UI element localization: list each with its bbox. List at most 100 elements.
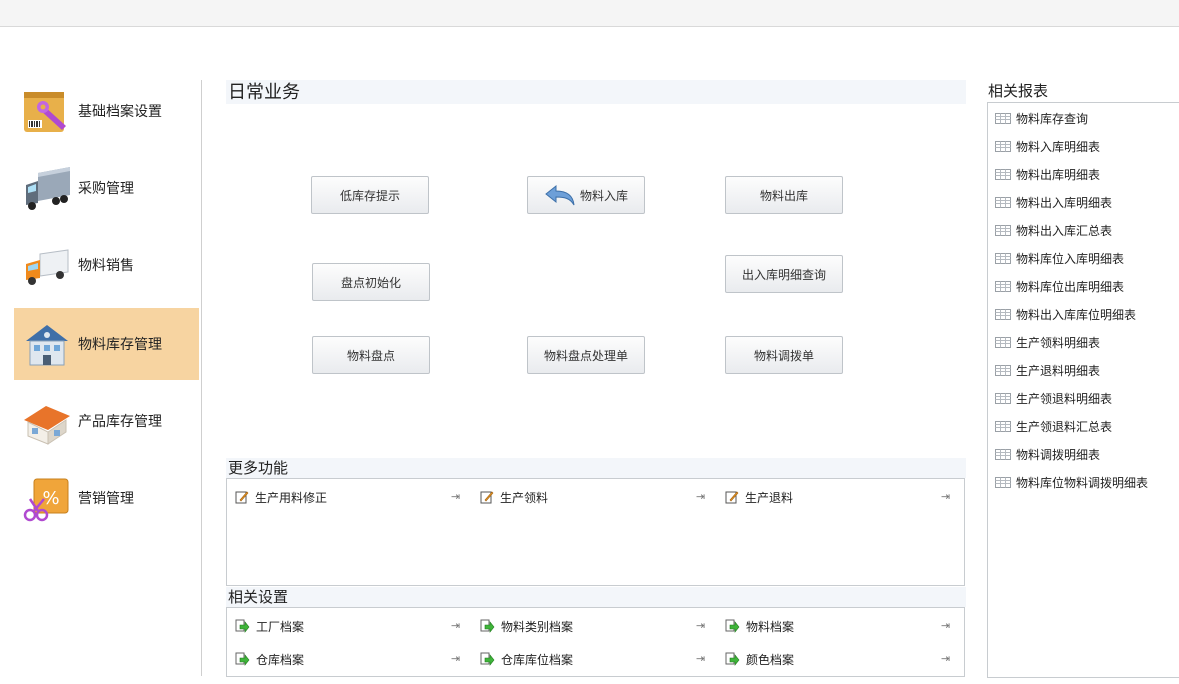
archive-settings-icon bbox=[22, 86, 72, 136]
more-functions-panel: 生产用料修正 ⇥ 生产领料 ⇥ 生产退料 ⇥ bbox=[226, 478, 965, 586]
low-stock-alert-button[interactable]: 低库存提示 bbox=[311, 176, 429, 214]
report-item-label: 物料库存查询 bbox=[1016, 111, 1089, 126]
edit-document-icon bbox=[235, 491, 249, 504]
sidebar-divider bbox=[201, 80, 202, 676]
sidebar-item-product-inventory[interactable]: 产品库存管理 bbox=[14, 385, 199, 457]
report-item-label: 生产领退料明细表 bbox=[1016, 391, 1113, 406]
report-item[interactable]: 物料库位出库明细表 bbox=[995, 277, 1124, 295]
stocktake-process-button[interactable]: 物料盘点处理单 bbox=[527, 336, 645, 374]
material-transfer-button[interactable]: 物料调拨单 bbox=[725, 336, 843, 374]
pin-icon[interactable]: ⇥ bbox=[451, 490, 460, 503]
report-item-label: 物料库位物料调拨明细表 bbox=[1016, 475, 1149, 490]
func-item[interactable]: 生产用料修正 bbox=[235, 487, 327, 507]
report-item-label: 物料库位出库明细表 bbox=[1016, 279, 1125, 294]
table-report-icon bbox=[995, 336, 1011, 348]
table-report-icon bbox=[995, 364, 1011, 376]
sidebar-item-marketing[interactable]: % 营销管理 bbox=[14, 462, 199, 534]
button-label: 物料盘点处理单 bbox=[543, 348, 628, 363]
setting-item-label: 仓库库位档案 bbox=[501, 652, 574, 667]
setting-item[interactable]: 颜色档案 bbox=[725, 649, 794, 669]
material-outbound-button[interactable]: 物料出库 bbox=[725, 176, 843, 214]
func-item-label: 生产退料 bbox=[745, 490, 794, 505]
back-arrow-icon bbox=[545, 184, 575, 206]
table-report-icon bbox=[995, 280, 1011, 292]
table-report-icon bbox=[995, 252, 1011, 264]
report-item-label: 物料出入库库位明细表 bbox=[1016, 307, 1137, 322]
table-report-icon bbox=[995, 392, 1011, 404]
edit-document-icon bbox=[480, 491, 494, 504]
stocktake-init-button[interactable]: 盘点初始化 bbox=[312, 263, 430, 301]
button-label: 物料调拨单 bbox=[753, 348, 814, 363]
sidebar-item-label: 基础档案设置 bbox=[78, 104, 162, 120]
pin-icon[interactable]: ⇥ bbox=[941, 490, 950, 503]
sidebar-item-purchase[interactable]: 采购管理 bbox=[14, 152, 199, 224]
pin-icon[interactable]: ⇥ bbox=[696, 490, 705, 503]
sidebar-item-label: 物料库存管理 bbox=[78, 337, 162, 353]
material-stocktake-button[interactable]: 物料盘点 bbox=[312, 336, 430, 374]
report-item[interactable]: 物料出入库库位明细表 bbox=[995, 305, 1136, 323]
sidebar-item-label: 产品库存管理 bbox=[78, 414, 162, 430]
pin-icon[interactable]: ⇥ bbox=[451, 652, 460, 665]
report-item[interactable]: 物料入库明细表 bbox=[995, 137, 1100, 155]
discount-tag-icon: % bbox=[22, 473, 72, 523]
document-arrow-icon bbox=[480, 652, 495, 666]
table-report-icon bbox=[995, 168, 1011, 180]
pin-icon[interactable]: ⇥ bbox=[696, 619, 705, 632]
report-item[interactable]: 生产领退料汇总表 bbox=[995, 417, 1112, 435]
sidebar-item-label: 营销管理 bbox=[78, 491, 134, 507]
button-label: 物料盘点 bbox=[346, 348, 395, 363]
settings-section-title: 相关设置 bbox=[226, 587, 966, 607]
report-item[interactable]: 物料库存查询 bbox=[995, 109, 1088, 127]
table-report-icon bbox=[995, 448, 1011, 460]
sidebar-item-material-inventory[interactable]: 物料库存管理 bbox=[14, 308, 199, 380]
sidebar-item-label: 物料销售 bbox=[78, 258, 134, 274]
report-item[interactable]: 物料库位入库明细表 bbox=[995, 249, 1124, 267]
report-item-label: 物料出入库明细表 bbox=[1016, 195, 1113, 210]
table-report-icon bbox=[995, 196, 1011, 208]
button-label: 物料入库 bbox=[579, 188, 628, 203]
report-item[interactable]: 生产退料明细表 bbox=[995, 361, 1100, 379]
table-report-icon bbox=[995, 476, 1011, 488]
report-item[interactable]: 生产领料明细表 bbox=[995, 333, 1100, 351]
setting-item-label: 物料档案 bbox=[746, 619, 795, 634]
setting-item[interactable]: 物料类别档案 bbox=[480, 616, 573, 636]
report-item-label: 物料出入库汇总表 bbox=[1016, 223, 1113, 238]
func-item-label: 生产领料 bbox=[500, 490, 549, 505]
sidebar-item-material-sales[interactable]: 物料销售 bbox=[14, 229, 199, 301]
pin-icon[interactable]: ⇥ bbox=[451, 619, 460, 632]
setting-item[interactable]: 物料档案 bbox=[725, 616, 794, 636]
edit-document-icon bbox=[725, 491, 739, 504]
report-item[interactable]: 生产领退料明细表 bbox=[995, 389, 1112, 407]
truck-icon bbox=[22, 163, 72, 213]
reports-panel: 物料库存查询 物料入库明细表 物料出库明细表 物料出入库明细表 物料出入库汇总表… bbox=[987, 102, 1179, 678]
report-item-label: 生产退料明细表 bbox=[1016, 363, 1101, 378]
document-arrow-icon bbox=[235, 619, 250, 633]
pin-icon[interactable]: ⇥ bbox=[941, 619, 950, 632]
pin-icon[interactable]: ⇥ bbox=[941, 652, 950, 665]
inout-detail-query-button[interactable]: 出入库明细查询 bbox=[725, 255, 843, 293]
svg-text:%: % bbox=[42, 488, 59, 509]
sidebar-item-archive-settings[interactable]: 基础档案设置 bbox=[14, 75, 199, 147]
document-arrow-icon bbox=[725, 652, 740, 666]
setting-item[interactable]: 仓库档案 bbox=[235, 649, 304, 669]
setting-item[interactable]: 工厂档案 bbox=[235, 616, 304, 636]
sidebar-item-label: 采购管理 bbox=[78, 181, 134, 197]
material-inbound-button[interactable]: 物料入库 bbox=[527, 176, 645, 214]
delivery-truck-icon bbox=[22, 240, 72, 290]
table-report-icon bbox=[995, 420, 1011, 432]
setting-item-label: 仓库档案 bbox=[256, 652, 305, 667]
button-label: 物料出库 bbox=[759, 188, 808, 203]
report-item[interactable]: 物料出库明细表 bbox=[995, 165, 1100, 183]
report-item[interactable]: 物料出入库汇总表 bbox=[995, 221, 1112, 239]
top-toolbar bbox=[0, 0, 1179, 27]
report-item[interactable]: 物料调拨明细表 bbox=[995, 445, 1100, 463]
pin-icon[interactable]: ⇥ bbox=[696, 652, 705, 665]
report-item[interactable]: 物料库位物料调拨明细表 bbox=[995, 473, 1148, 491]
report-item[interactable]: 物料出入库明细表 bbox=[995, 193, 1112, 211]
daily-section-title: 日常业务 bbox=[226, 80, 966, 104]
func-item[interactable]: 生产退料 bbox=[725, 487, 793, 507]
setting-item[interactable]: 仓库库位档案 bbox=[480, 649, 573, 669]
document-arrow-icon bbox=[725, 619, 740, 633]
func-item[interactable]: 生产领料 bbox=[480, 487, 548, 507]
button-label: 低库存提示 bbox=[339, 188, 400, 203]
